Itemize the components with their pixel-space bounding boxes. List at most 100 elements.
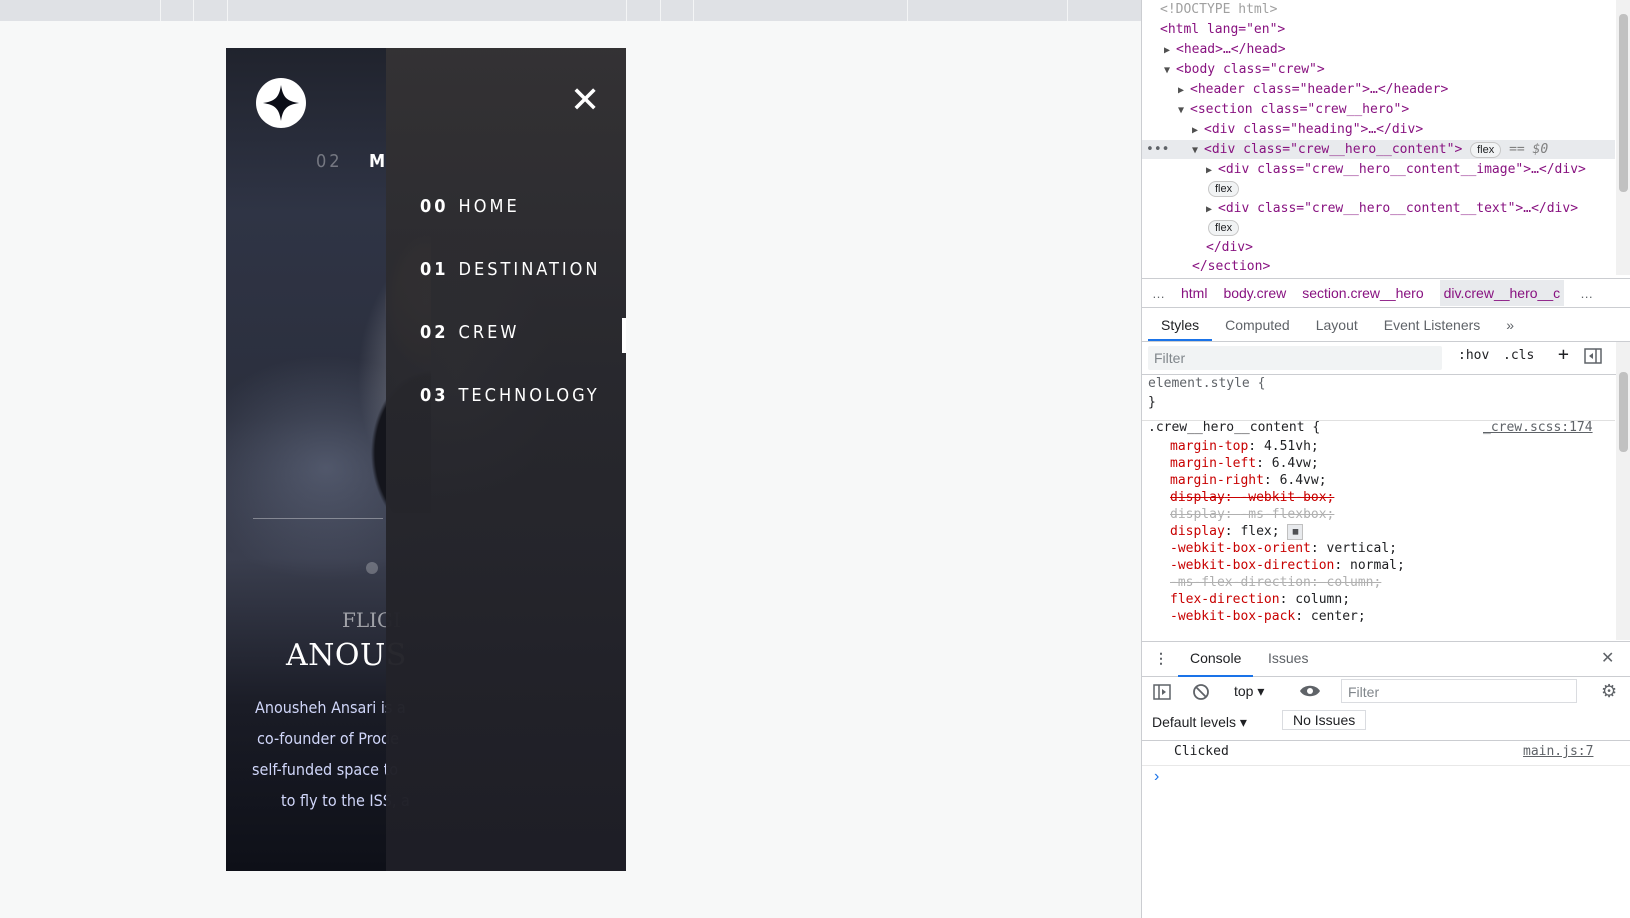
toggle-sidebar-icon[interactable] bbox=[1584, 348, 1602, 368]
breadcrumb-section[interactable]: section.crew__hero bbox=[1302, 285, 1423, 301]
rule-divider bbox=[1142, 420, 1615, 421]
log-levels-dropdown[interactable]: Default levels ▾ bbox=[1152, 714, 1247, 731]
dom-section-text: <section class="crew__hero"> bbox=[1190, 102, 1410, 117]
element-style-selector[interactable]: element.style { bbox=[1148, 375, 1265, 392]
expand-triangle-icon[interactable]: ▶ bbox=[1206, 161, 1218, 180]
styles-scrollbar[interactable] bbox=[1616, 342, 1630, 640]
breadcrumb-more[interactable]: … bbox=[1580, 286, 1593, 301]
dom-doctype[interactable]: <!DOCTYPE html> bbox=[1160, 0, 1277, 19]
breadcrumb-html[interactable]: html bbox=[1181, 285, 1207, 301]
dom-div-close[interactable]: </div> bbox=[1206, 238, 1253, 257]
dom-content-text-div[interactable]: ▶ <div class="crew__hero__content__text">… bbox=[1206, 199, 1578, 218]
dom-body[interactable]: ▼ <body class="crew"> bbox=[1164, 60, 1325, 79]
expand-triangle-icon[interactable]: ▶ bbox=[1178, 81, 1190, 100]
breadcrumb-overflow[interactable]: … bbox=[1152, 286, 1165, 301]
nav-item-label: CREW bbox=[458, 322, 520, 343]
expand-triangle-icon[interactable]: ▶ bbox=[1206, 200, 1218, 219]
styles-filter-input[interactable]: Filter bbox=[1148, 346, 1442, 370]
css-declaration-overridden[interactable]: -ms-flex-direction: column; bbox=[1170, 574, 1381, 591]
sidebar-panel-tabs: Styles Computed Layout Event Listeners » bbox=[1142, 309, 1630, 342]
console-prompt[interactable]: › bbox=[1154, 768, 1159, 786]
live-expression-eye-icon[interactable] bbox=[1299, 683, 1321, 702]
collapse-triangle-icon[interactable]: ▼ bbox=[1178, 101, 1190, 120]
new-rule-icon[interactable]: + bbox=[1558, 344, 1569, 365]
more-tabs-icon[interactable]: » bbox=[1493, 309, 1527, 341]
nav-item-home[interactable]: 00 HOME bbox=[420, 196, 520, 226]
tab-styles[interactable]: Styles bbox=[1148, 309, 1213, 341]
drawer-tabs: ⋮ Console Issues ✕ bbox=[1142, 641, 1630, 677]
console-message-text: Clicked bbox=[1174, 744, 1229, 759]
nav-item-number: 02 bbox=[420, 322, 449, 343]
rule-selector[interactable]: .crew__hero__content { bbox=[1148, 419, 1320, 436]
dom-heading-text: <div class="heading">…</div> bbox=[1204, 122, 1424, 137]
css-declaration[interactable]: -webkit-box-pack: center; bbox=[1170, 608, 1366, 625]
expand-triangle-icon[interactable]: ▶ bbox=[1164, 41, 1176, 60]
console-source-link[interactable]: main.js:7 bbox=[1523, 744, 1593, 759]
flex-badge[interactable]: flex bbox=[1208, 220, 1240, 236]
bio-line: co-founder of Prode bbox=[257, 729, 400, 748]
breadcrumb-body[interactable]: body.crew bbox=[1223, 285, 1286, 301]
styles-pane: element.style { } .crew__hero__content {… bbox=[1142, 375, 1615, 640]
console-toolbar: top ▾ Filter ⚙ Default levels ▾ No Issue… bbox=[1142, 676, 1630, 741]
drawer-menu-icon[interactable]: ⋮ bbox=[1154, 642, 1168, 675]
dom-section-close[interactable]: </section> bbox=[1192, 257, 1270, 275]
console-filter-input[interactable]: Filter bbox=[1341, 679, 1577, 703]
dom-head[interactable]: ▶ <head>…</head> bbox=[1164, 40, 1286, 59]
dom-content-image[interactable]: ▶ <div class="crew__hero__content__image"… bbox=[1206, 160, 1586, 179]
flex-badge[interactable]: flex bbox=[1470, 142, 1502, 158]
context-selector[interactable]: top ▾ bbox=[1234, 683, 1264, 700]
dom-section[interactable]: ▼ <section class="crew__hero"> bbox=[1178, 100, 1409, 119]
flex-badge-image[interactable]: flex bbox=[1208, 179, 1240, 198]
tab-layout[interactable]: Layout bbox=[1303, 309, 1371, 341]
site-logo[interactable] bbox=[256, 78, 306, 128]
close-icon[interactable]: ✕ bbox=[570, 83, 600, 119]
elements-dom-tree: <!DOCTYPE html> <html lang="en"> ▶ <head>… bbox=[1142, 0, 1615, 275]
dom-tree-scrollbar[interactable] bbox=[1616, 0, 1630, 275]
dom-header-text: <header class="header">…</header> bbox=[1190, 82, 1449, 97]
slider-dot[interactable] bbox=[366, 562, 378, 574]
image-divider bbox=[253, 518, 383, 519]
nav-item-technology[interactable]: 03 TECHNOLOGY bbox=[420, 385, 600, 415]
clear-console-icon[interactable] bbox=[1192, 683, 1210, 704]
dom-text-text: <div class="crew__hero__content__text">…… bbox=[1218, 201, 1579, 216]
node-actions-ellipsis[interactable]: ••• bbox=[1146, 140, 1169, 159]
expand-triangle-icon[interactable]: ▶ bbox=[1192, 121, 1204, 140]
issues-counter-button[interactable]: No Issues bbox=[1282, 710, 1367, 730]
css-declaration[interactable]: margin-left: 6.4vw; bbox=[1170, 455, 1319, 472]
nav-item-number: 00 bbox=[420, 196, 449, 217]
dom-html[interactable]: <html lang="en"> bbox=[1160, 20, 1285, 39]
css-declaration[interactable]: -webkit-box-orient: vertical; bbox=[1170, 540, 1397, 557]
dom-heading[interactable]: ▶ <div class="heading">…</div> bbox=[1192, 120, 1423, 139]
cls-toggle[interactable]: .cls bbox=[1503, 348, 1534, 363]
css-declaration[interactable]: margin-right: 6.4vw; bbox=[1170, 472, 1327, 489]
dom-content-selected[interactable]: ▼ <div class="crew__hero__content"> flex … bbox=[1192, 140, 1548, 159]
hov-toggle[interactable]: :hov bbox=[1458, 348, 1489, 363]
css-declaration-overridden[interactable]: display: -ms-flexbox; bbox=[1170, 506, 1334, 523]
close-drawer-icon[interactable]: ✕ bbox=[1601, 642, 1614, 675]
rule-source-link[interactable]: _crew.scss:174 bbox=[1483, 419, 1593, 436]
tab-computed[interactable]: Computed bbox=[1212, 309, 1303, 341]
collapse-triangle-icon[interactable]: ▼ bbox=[1192, 141, 1204, 160]
nav-item-crew[interactable]: 02 CREW bbox=[420, 322, 519, 352]
flex-badge[interactable]: flex bbox=[1208, 181, 1240, 197]
tab-console[interactable]: Console bbox=[1178, 642, 1254, 677]
css-declaration-overridden[interactable]: display: -webkit-box; bbox=[1170, 489, 1334, 506]
css-declaration[interactable]: margin-top: 4.51vh; bbox=[1170, 438, 1319, 455]
collapse-triangle-icon[interactable]: ▼ bbox=[1164, 61, 1176, 80]
flexbox-editor-icon[interactable]: ▦ bbox=[1287, 523, 1304, 540]
nav-item-label: TECHNOLOGY bbox=[458, 385, 600, 406]
nav-item-number: 01 bbox=[420, 259, 449, 280]
mobile-viewport: 02 M FLIGI ANOUS Anousheh Ansari is a co… bbox=[226, 48, 626, 871]
console-settings-gear-icon[interactable]: ⚙ bbox=[1601, 681, 1617, 702]
show-sidebar-icon[interactable] bbox=[1153, 684, 1171, 703]
css-declaration[interactable]: -webkit-box-direction: normal; bbox=[1170, 557, 1405, 574]
tab-event-listeners[interactable]: Event Listeners bbox=[1371, 309, 1494, 341]
css-declaration[interactable]: display: flex; ▦ bbox=[1170, 523, 1304, 540]
tab-issues[interactable]: Issues bbox=[1268, 642, 1308, 675]
css-declaration[interactable]: flex-direction: column; bbox=[1170, 591, 1350, 608]
bio-line: Anousheh Ansari is a bbox=[255, 698, 406, 717]
flex-badge-text[interactable]: flex bbox=[1208, 218, 1240, 237]
dom-header[interactable]: ▶ <header class="header">…</header> bbox=[1178, 80, 1448, 99]
breadcrumb-div[interactable]: div.crew__hero__c bbox=[1439, 280, 1565, 306]
nav-item-destination[interactable]: 01 DESTINATION bbox=[420, 259, 601, 289]
